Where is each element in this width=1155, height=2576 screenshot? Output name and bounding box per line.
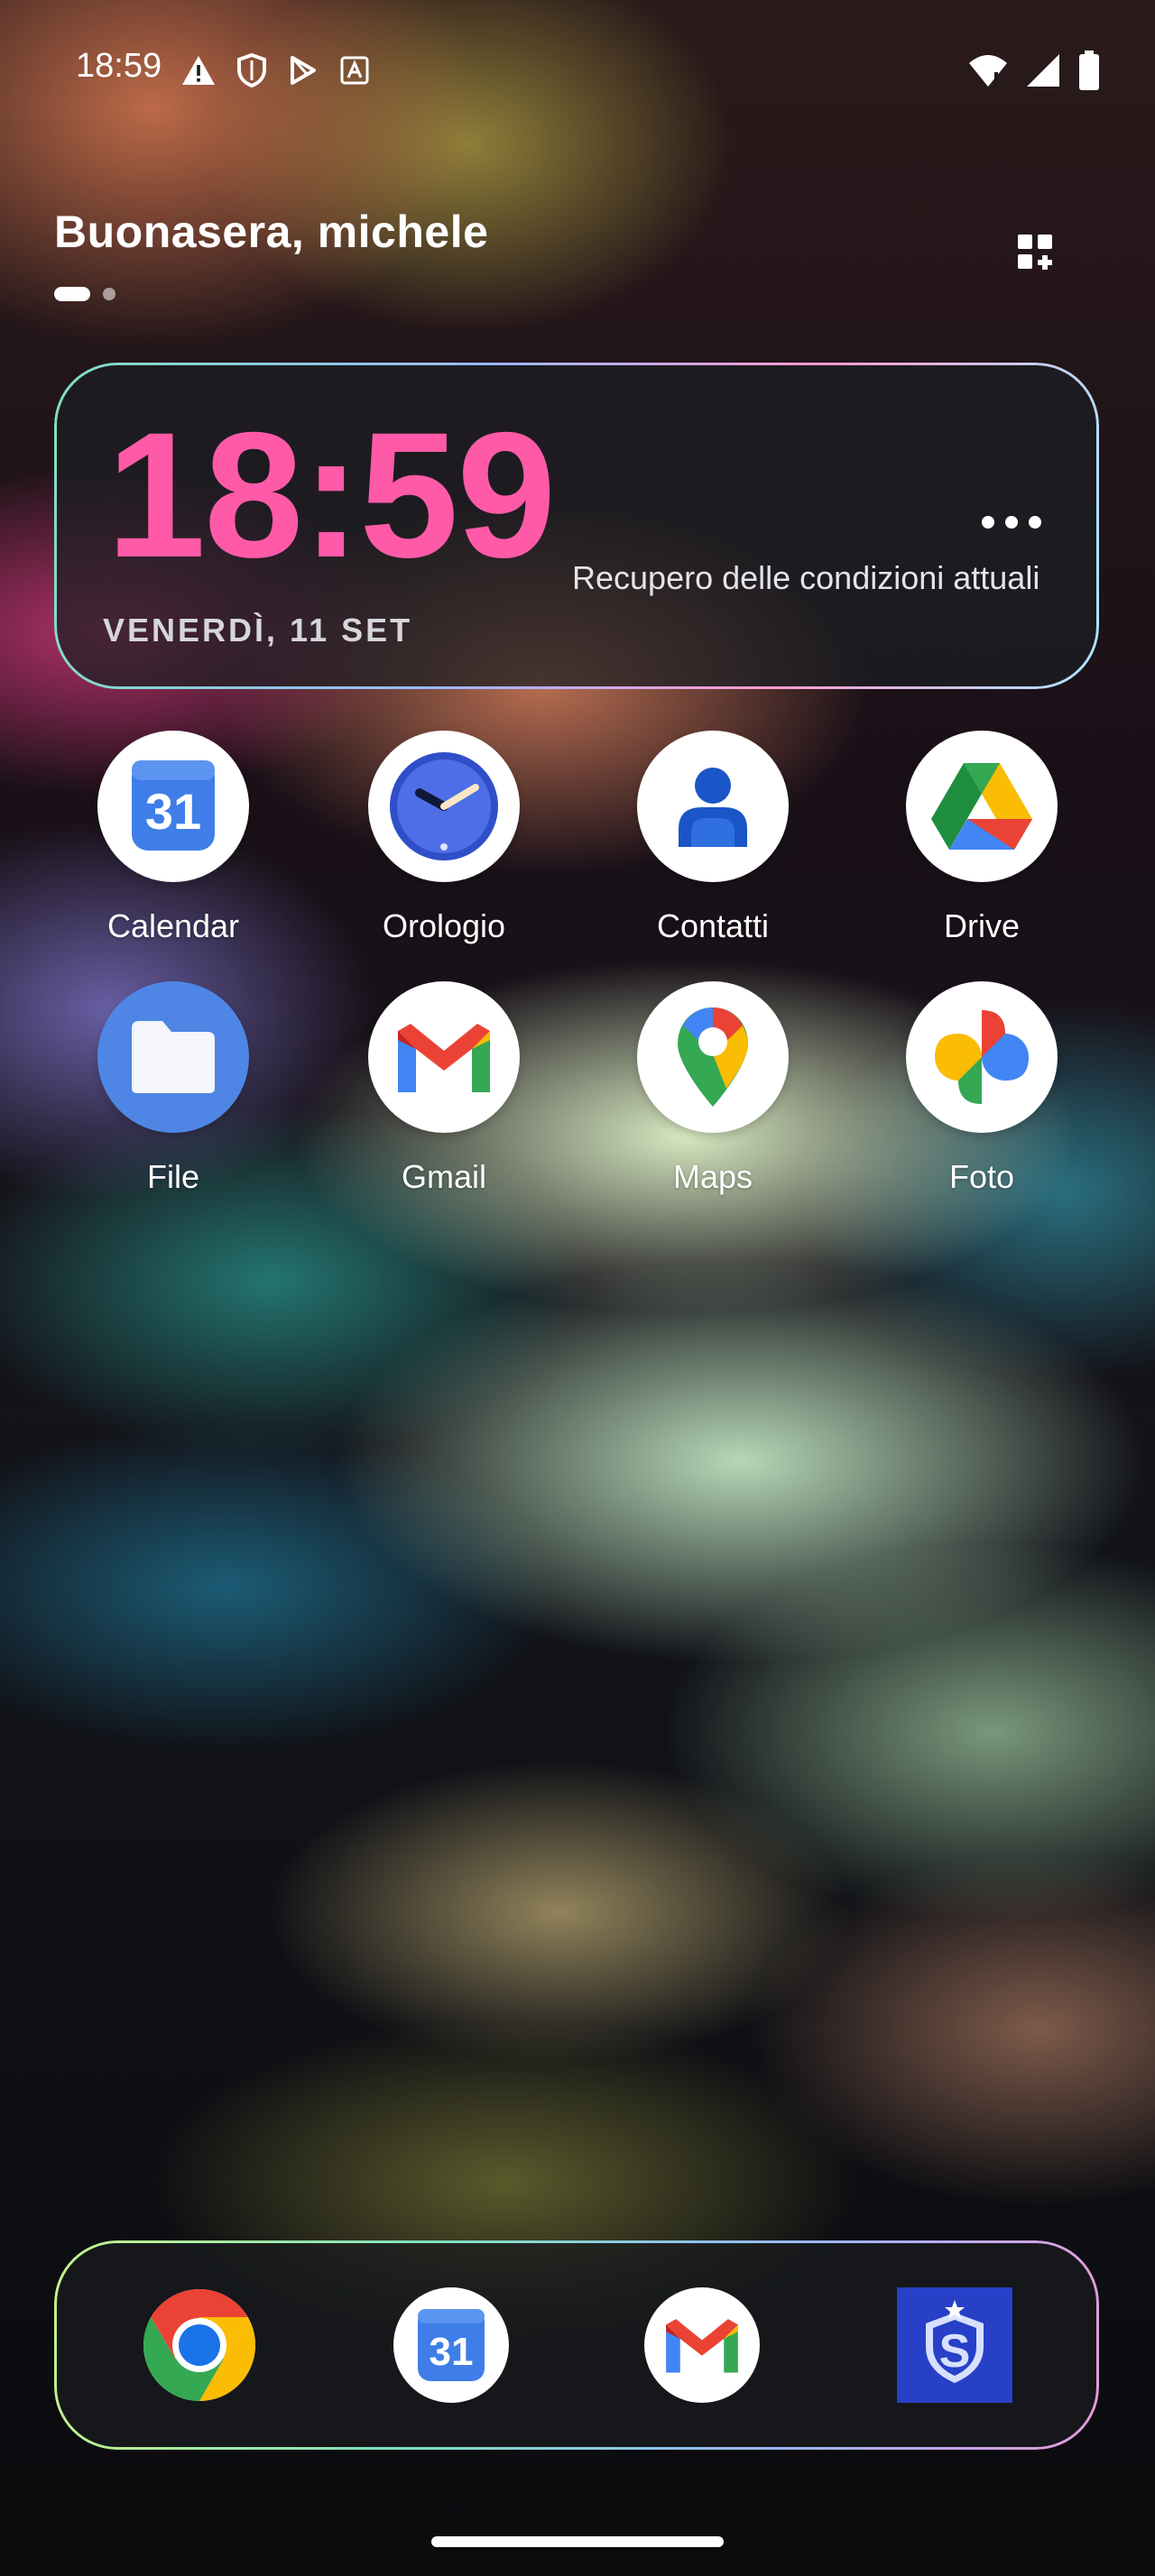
clock-icon (368, 731, 520, 882)
dock-app-calendar[interactable]: 31 (393, 2287, 509, 2403)
security-shield-icon: S (897, 2287, 1012, 2403)
app-label: Contatti (656, 907, 770, 944)
svg-text:S: S (939, 2325, 971, 2378)
dock-app-security[interactable]: S (897, 2287, 1012, 2403)
app-foto[interactable]: Foto (873, 981, 1090, 1216)
system-icons (967, 51, 1101, 90)
maps-icon (637, 981, 789, 1133)
translate-icon (340, 56, 369, 85)
add-widget-button[interactable] (1011, 227, 1061, 278)
calendar-icon: 31 (97, 731, 249, 882)
calendar-day: 31 (430, 2330, 474, 2374)
warning-icon (182, 56, 215, 85)
status-bar: 18:59 (0, 0, 1155, 135)
dock-app-chrome[interactable] (142, 2287, 257, 2403)
status-time: 18:59 (76, 47, 162, 85)
gmail-icon (368, 981, 520, 1133)
greeting-text: Buonasera, michele (54, 207, 489, 257)
files-icon (97, 981, 249, 1133)
gmail-icon (666, 2319, 738, 2373)
calendar-day: 31 (145, 783, 201, 840)
app-calendar[interactable]: 31 Calendar (65, 731, 282, 965)
wifi-icon (969, 55, 1007, 87)
widget-date[interactable]: VENERDÌ, 11 SET (103, 612, 412, 649)
shield-icon (237, 52, 266, 88)
widgets-icon (1018, 235, 1052, 270)
chrome-icon (143, 2289, 256, 2401)
app-label: Drive (943, 907, 1020, 944)
app-label: Calendar (106, 907, 240, 944)
battery-icon (1079, 51, 1099, 90)
photos-icon (906, 981, 1058, 1133)
contacts-icon (637, 731, 789, 882)
drive-icon (906, 731, 1058, 882)
app-gmail[interactable]: Gmail (336, 981, 552, 1216)
app-label: Orologio (382, 907, 506, 944)
app-label: Maps (672, 1158, 753, 1195)
widget-clock-time[interactable]: 18:59 (106, 406, 556, 584)
app-drive[interactable]: Drive (873, 731, 1090, 965)
page-indicator (54, 285, 116, 303)
page-dot-active[interactable] (54, 287, 90, 301)
app-label: Gmail (401, 1158, 486, 1195)
page-dot[interactable] (103, 288, 116, 300)
app-maps[interactable]: Maps (605, 981, 821, 1216)
app-label: File (146, 1158, 199, 1195)
dock-app-gmail[interactable] (644, 2287, 760, 2403)
notification-icons (180, 51, 370, 90)
calendar-icon: 31 (418, 2309, 485, 2381)
app-contatti[interactable]: Contatti (605, 731, 821, 965)
weather-status[interactable]: Recupero delle condizioni attuali (572, 559, 1040, 597)
weather-loading-icon (982, 516, 1045, 534)
app-label: Foto (948, 1158, 1015, 1195)
signal-icon (1027, 54, 1059, 87)
home-gesture-bar[interactable] (431, 2536, 724, 2547)
app-orologio[interactable]: Orologio (336, 731, 552, 965)
play-store-icon (291, 56, 316, 85)
app-file[interactable]: File (65, 981, 282, 1216)
